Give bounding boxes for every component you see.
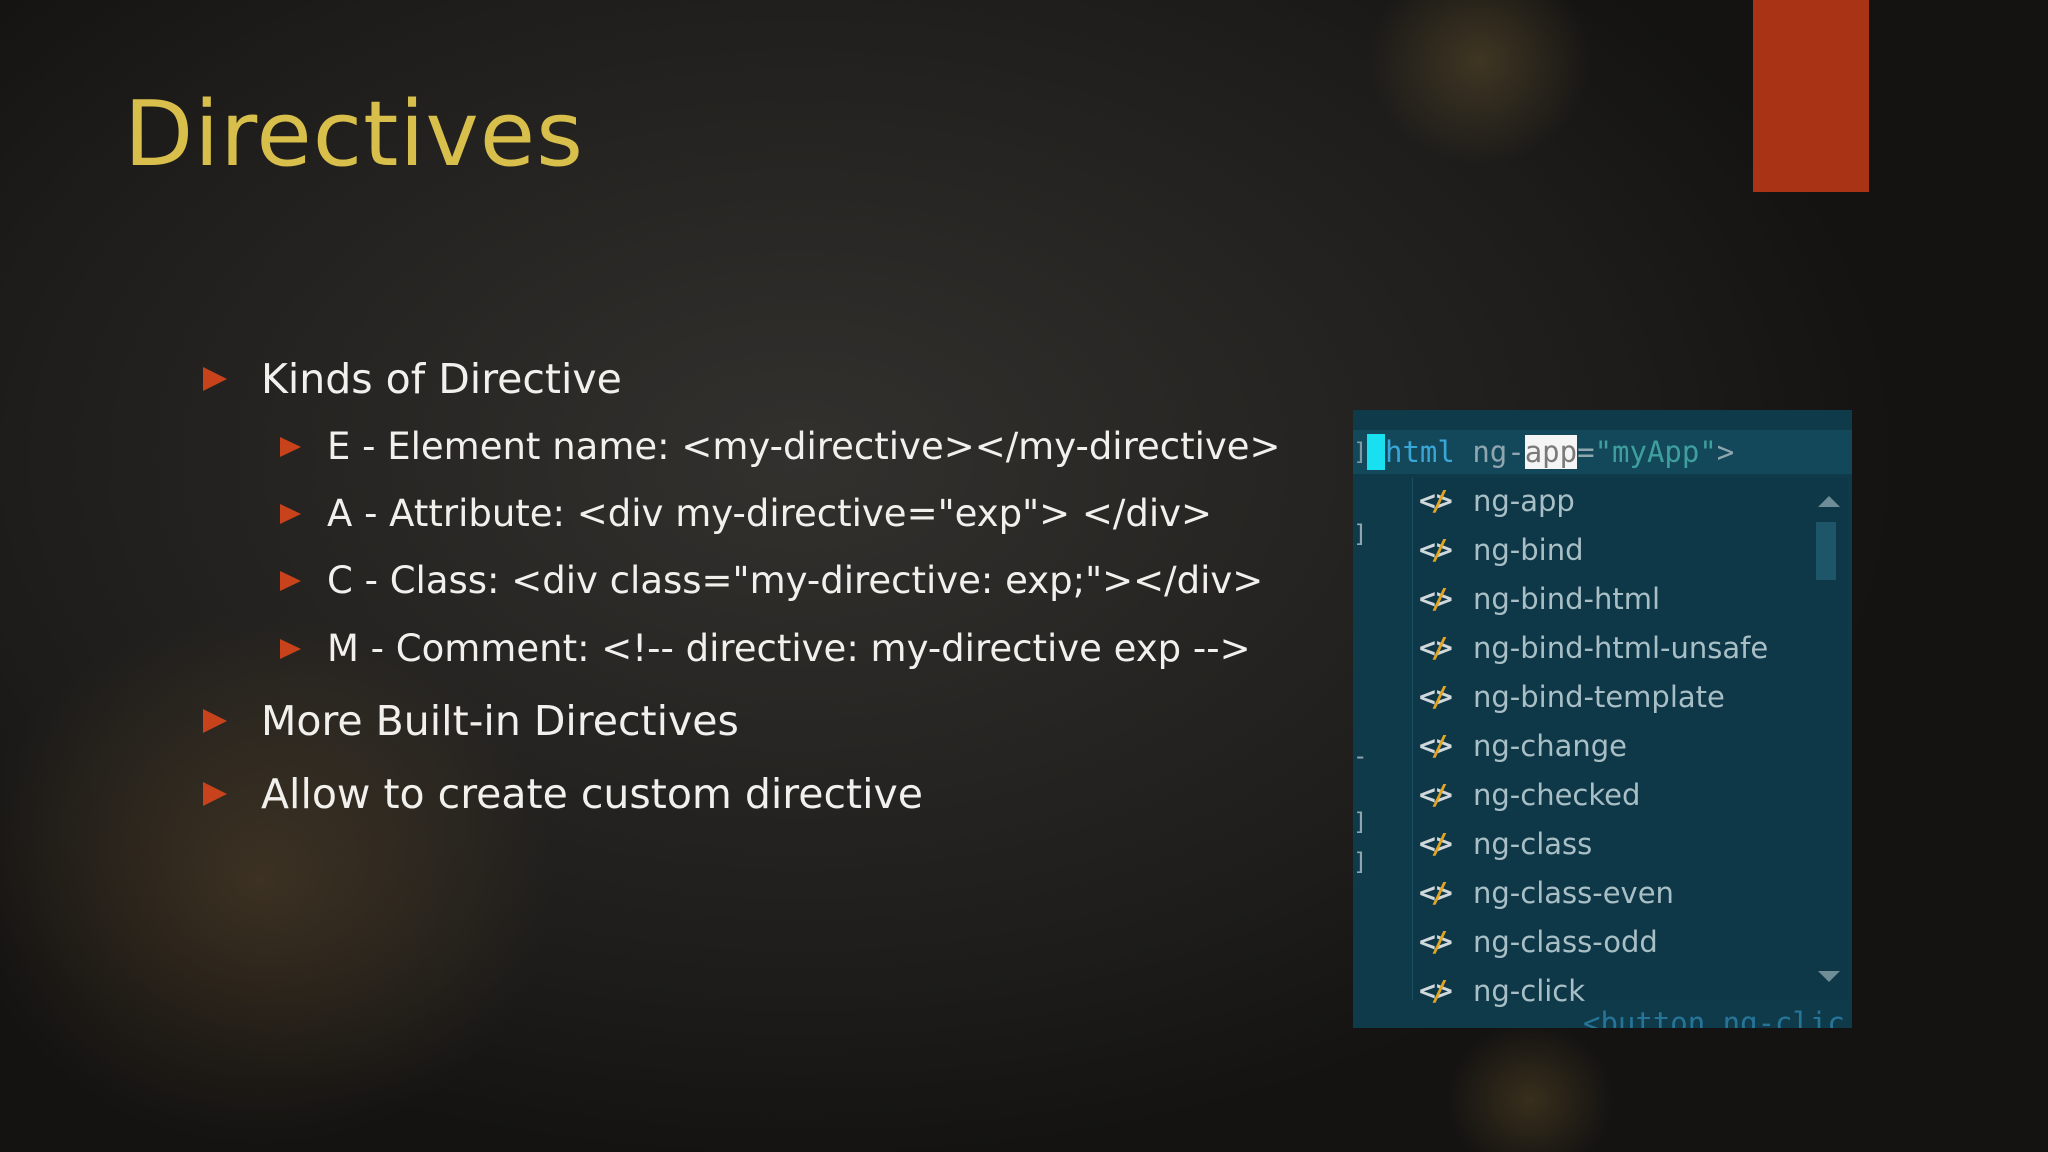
- bullet-kinds-of-directive: Kinds of Directive: [203, 355, 622, 403]
- scroll-down-arrow-icon[interactable]: [1818, 971, 1840, 982]
- angular-directive-icon: <> /: [1419, 729, 1453, 762]
- gutter-mark: ]: [1353, 520, 1368, 548]
- bullet-arrow-icon: [280, 436, 301, 457]
- autocomplete-item[interactable]: <> / ng-bind-template: [1419, 674, 1725, 720]
- autocomplete-item[interactable]: <> / ng-app: [1419, 478, 1575, 524]
- code-line: ] html ng- app = "myApp" >: [1353, 430, 1852, 474]
- angular-directive-icon: <> /: [1419, 631, 1453, 664]
- bullet-text: E - Element name: <my-directive></my-dir…: [327, 425, 1281, 468]
- autocomplete-item-label: ng-bind-template: [1473, 680, 1725, 714]
- autocomplete-item-label: ng-bind: [1473, 533, 1584, 567]
- bullet-text: Allow to create custom directive: [261, 770, 923, 818]
- autocomplete-item[interactable]: <> / ng-click: [1419, 968, 1585, 1014]
- bullet-comment: M - Comment: <!-- directive: my-directiv…: [280, 627, 1251, 670]
- gutter-mark: -: [1353, 742, 1368, 770]
- slide: Directives Kinds of Directive E - Elemen…: [0, 0, 2048, 1152]
- bullet-text: Kinds of Directive: [261, 355, 622, 403]
- autocomplete-item[interactable]: <> / ng-bind-html-unsafe: [1419, 625, 1768, 671]
- bullet-attribute: A - Attribute: <div my-directive="exp"> …: [280, 492, 1212, 535]
- bullet-arrow-icon: [280, 638, 301, 659]
- bullet-text: M - Comment: <!-- directive: my-directiv…: [327, 627, 1251, 670]
- autocomplete-item[interactable]: <> / ng-bind: [1419, 527, 1584, 573]
- angular-directive-icon: <> /: [1419, 925, 1453, 958]
- text-cursor: [1367, 434, 1385, 470]
- angular-directive-icon: <> /: [1419, 533, 1453, 566]
- bullet-arrow-icon: [203, 782, 227, 806]
- code-attr-highlight: app: [1524, 435, 1578, 469]
- code-equals: =: [1577, 435, 1595, 469]
- gutter-mark: ]: [1353, 808, 1368, 836]
- autocomplete-item-label: ng-class: [1473, 827, 1593, 861]
- code-next-line: <button ng-clic: [1583, 1006, 1845, 1028]
- angular-directive-icon: <> /: [1419, 876, 1453, 909]
- autocomplete-item-label: ng-bind-html: [1473, 582, 1661, 616]
- code-editor-screenshot: ] html ng- app = "myApp" > ] - ] ] <> / n…: [1353, 410, 1852, 1028]
- autocomplete-item-label: ng-change: [1473, 729, 1627, 763]
- angular-directive-icon: <> /: [1419, 484, 1453, 517]
- angular-directive-icon: <> /: [1419, 974, 1453, 1007]
- bullet-text: C - Class: <div class="my-directive: exp…: [327, 559, 1264, 602]
- code-attr-prefix: [1455, 435, 1472, 469]
- angular-directive-icon: <> /: [1419, 582, 1453, 615]
- autocomplete-item-label: ng-class-even: [1473, 876, 1674, 910]
- autocomplete-item[interactable]: <> / ng-bind-html: [1419, 576, 1660, 622]
- bullet-text: More Built-in Directives: [261, 697, 739, 745]
- gutter-mark: ]: [1353, 848, 1368, 876]
- bullet-text: A - Attribute: <div my-directive="exp"> …: [327, 492, 1213, 535]
- accent-bar: [1753, 0, 1869, 192]
- angular-directive-icon: <> /: [1419, 680, 1453, 713]
- autocomplete-item[interactable]: <> / ng-class-even: [1419, 870, 1674, 916]
- autocomplete-item[interactable]: <> / ng-class: [1419, 821, 1592, 867]
- bullet-arrow-icon: [280, 503, 301, 524]
- autocomplete-item[interactable]: <> / ng-class-odd: [1419, 919, 1658, 965]
- scrollbar-thumb[interactable]: [1816, 522, 1836, 580]
- scroll-up-arrow-icon[interactable]: [1818, 496, 1840, 507]
- bullet-custom-directive: Allow to create custom directive: [203, 770, 923, 818]
- autocomplete-item-label: ng-checked: [1473, 778, 1641, 812]
- bullet-element-name: E - Element name: <my-directive></my-dir…: [280, 425, 1281, 468]
- code-tag-close: >: [1716, 435, 1735, 469]
- angular-directive-icon: <> /: [1419, 827, 1453, 860]
- autocomplete-item-label: ng-app: [1473, 484, 1575, 518]
- autocomplete-list[interactable]: <> / ng-app <> / ng-bind <> / ng-bind-html …: [1412, 478, 1848, 1008]
- autocomplete-item[interactable]: <> / ng-change: [1419, 723, 1627, 769]
- autocomplete-item-label: ng-bind-html-unsafe: [1473, 631, 1769, 665]
- autocomplete-item-label: ng-class-odd: [1473, 925, 1658, 959]
- bullet-arrow-icon: [280, 570, 301, 591]
- bullet-class: C - Class: <div class="my-directive: exp…: [280, 559, 1263, 602]
- angular-directive-icon: <> /: [1419, 778, 1453, 811]
- autocomplete-item-label: ng-click: [1473, 974, 1586, 1008]
- code-tag-name: html: [1385, 435, 1455, 469]
- bullet-more-built-in: More Built-in Directives: [203, 697, 739, 745]
- slide-title: Directives: [124, 82, 584, 187]
- bullet-arrow-icon: [203, 709, 227, 733]
- autocomplete-item[interactable]: <> / ng-checked: [1419, 772, 1640, 818]
- bullet-arrow-icon: [203, 367, 227, 391]
- code-attr-prefix-text: ng-: [1472, 435, 1525, 469]
- gutter-mark: ]: [1353, 438, 1368, 466]
- code-attr-value: "myApp": [1594, 435, 1717, 469]
